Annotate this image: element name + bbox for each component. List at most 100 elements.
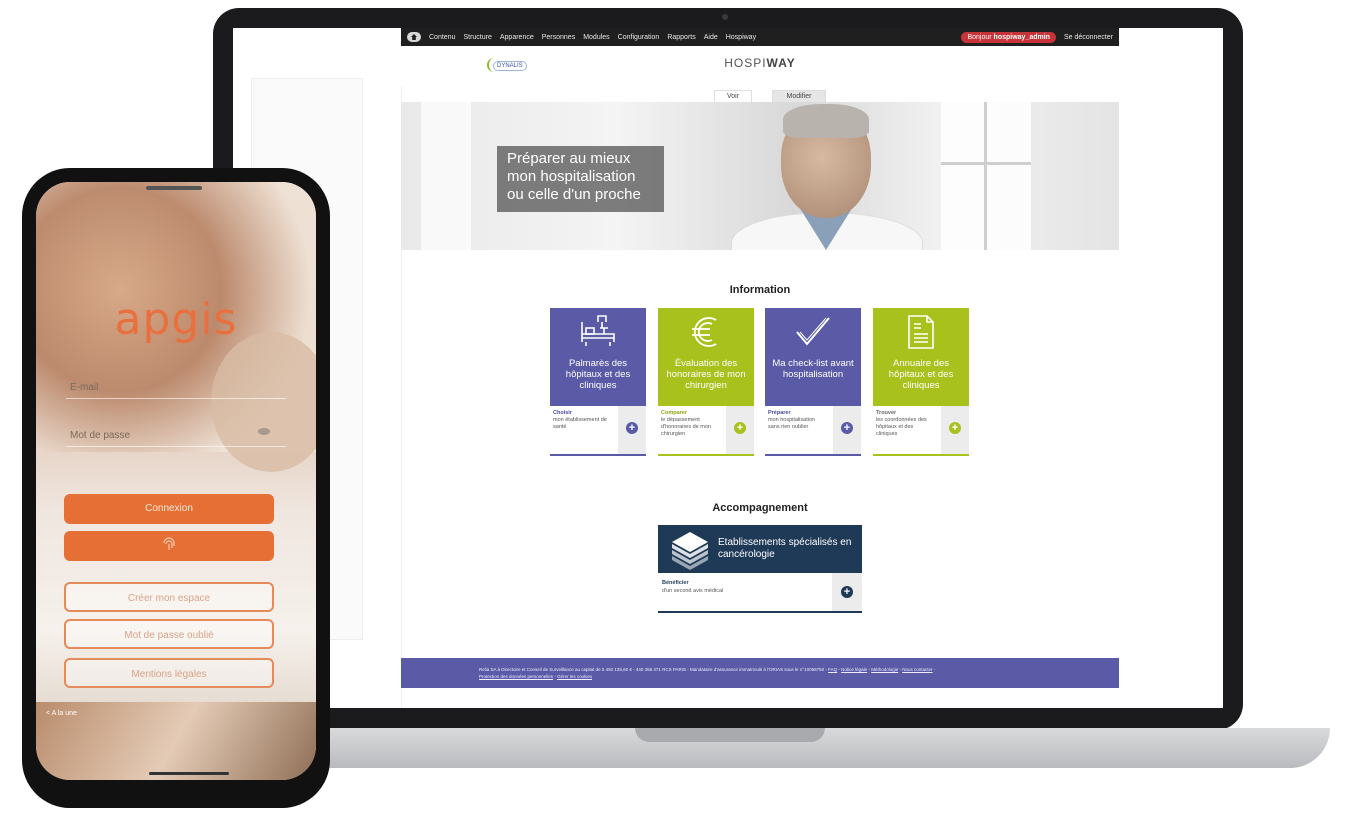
card-header[interactable]: Etablissements spécialisés en cancérolog… <box>658 525 862 573</box>
checkmark-icon <box>796 317 830 346</box>
fingerprint-icon <box>163 537 175 551</box>
password-underline <box>66 446 286 447</box>
card-header[interactable]: Évaluation des honoraires de mon chirurg… <box>658 308 754 406</box>
section-title-information: Information <box>729 284 791 296</box>
logout-link[interactable]: Se déconnecter <box>1064 34 1113 41</box>
apgis-logo: apgis <box>114 294 238 345</box>
fingerprint-button[interactable] <box>64 531 274 561</box>
card-footer[interactable]: Comparer le dépassement d'honoraires de … <box>658 406 754 456</box>
forgot-password-button[interactable]: Mot de passe oublié <box>64 619 274 649</box>
news-photo[interactable] <box>36 702 316 780</box>
plus-icon[interactable]: + <box>841 586 853 598</box>
card-footer[interactable]: Bénéficier d'un second avis médical + <box>658 573 862 613</box>
toolbar-item-personnes[interactable]: Personnes <box>542 34 575 41</box>
news-label[interactable]: < A la une <box>46 710 77 717</box>
toolbar-item-structure[interactable]: Structure <box>463 34 491 41</box>
footer-link-contact[interactable]: Nous contacter <box>902 667 932 672</box>
admin-toolbar: Contenu Structure Apparence Personnes Mo… <box>401 28 1119 46</box>
site-footer: Relia SA à Directoire et Conseil de Surv… <box>401 658 1119 688</box>
hero-window-frame <box>984 102 987 250</box>
create-account-button[interactable]: Créer mon espace <box>64 582 274 612</box>
toolbar-item-apparence[interactable]: Apparence <box>500 34 534 41</box>
card-title: Palmarès des hôpitaux et des cliniques <box>565 358 631 391</box>
card-title: Annuaire des hôpitaux et des cliniques <box>888 358 954 391</box>
card-footer[interactable]: Trouver les coordonnées des hôpitaux et … <box>873 406 969 456</box>
card-title: Etablissements spécialisés en cancérolog… <box>718 537 852 560</box>
card-header[interactable]: Annuaire des hôpitaux et des cliniques <box>873 308 969 406</box>
site-header: DYNALIS HOSPIWAY <box>401 46 1119 86</box>
card-desc-text: mon établissement de santé <box>553 417 607 430</box>
toolbar-item-hospiway[interactable]: Hospiway <box>726 34 756 41</box>
laptop-notch <box>635 728 825 742</box>
user-name: hospiway_admin <box>993 33 1050 41</box>
card-header[interactable]: Ma check-list avant hospitalisation <box>765 308 861 406</box>
hero-window <box>421 102 471 250</box>
card-button-area[interactable]: + <box>833 406 861 454</box>
card-action: Comparer <box>661 410 687 416</box>
card-desc-text: les coordonnées des hôpitaux et des clin… <box>876 417 927 437</box>
info-card-checklist[interactable]: Ma check-list avant hospitalisation Prép… <box>765 308 861 456</box>
camera-icon <box>722 14 728 20</box>
info-card-fees[interactable]: Évaluation des honoraires de mon chirurg… <box>658 308 754 456</box>
card-footer[interactable]: Choisir mon établissement de santé + <box>550 406 646 456</box>
card-button-area[interactable]: + <box>832 573 862 611</box>
card-desc: Choisir mon établissement de santé <box>553 410 613 431</box>
toolbar-item-configuration[interactable]: Configuration <box>618 34 660 41</box>
card-button-area[interactable]: + <box>618 406 646 454</box>
email-field[interactable]: E-mail <box>70 382 98 393</box>
footer-legal: Relia SA à Directoire et Conseil de Surv… <box>479 667 827 672</box>
card-action: Bénéficier <box>662 580 689 586</box>
connect-button[interactable]: Connexion <box>64 494 274 524</box>
plus-icon[interactable]: + <box>949 422 961 434</box>
user-greeting: Bonjour <box>967 33 992 41</box>
legal-mentions-button[interactable]: Mentions légales <box>64 658 274 688</box>
toolbar-item-modules[interactable]: Modules <box>583 34 609 41</box>
phone-speaker <box>146 186 202 190</box>
toolbar-item-rapports[interactable]: Rapports <box>667 34 695 41</box>
plus-icon[interactable]: + <box>734 422 746 434</box>
password-field[interactable]: Mot de passe <box>70 430 130 441</box>
phone-screen: apgis E-mail Mot de passe Connexion Crée… <box>36 182 316 780</box>
toolbar-item-aide[interactable]: Aide <box>704 34 718 41</box>
card-desc-text: d'un second avis médical <box>662 588 724 594</box>
plus-icon[interactable]: + <box>841 422 853 434</box>
euro-icon <box>692 317 717 347</box>
doctor-hair <box>783 104 869 138</box>
footer-link-cookies[interactable]: Gérer les cookies <box>557 674 592 679</box>
card-footer[interactable]: Préparer mon hospitalisation sans rien o… <box>765 406 861 456</box>
card-button-area[interactable]: + <box>726 406 754 454</box>
card-desc: Trouver les coordonnées des hôpitaux et … <box>876 410 936 438</box>
site-title-part1: HOSPI <box>724 56 767 70</box>
card-desc: Comparer le dépassement d'honoraires de … <box>661 410 721 438</box>
user-badge[interactable]: Bonjour hospiway_admin <box>961 31 1056 43</box>
building-icon <box>672 532 708 570</box>
hero-caption-line: Préparer au mieux <box>507 150 631 167</box>
card-title: Évaluation des honoraires de mon chirurg… <box>666 358 746 391</box>
site-title-part2: WAY <box>766 56 796 70</box>
footer-link-methodology[interactable]: Méthodologie <box>871 667 898 672</box>
home-indicator[interactable] <box>149 772 229 775</box>
toolbar-item-contenu[interactable]: Contenu <box>429 34 455 41</box>
accompagnement-card[interactable]: Etablissements spécialisés en cancérolog… <box>658 525 862 615</box>
card-action: Préparer <box>768 410 791 416</box>
laptop-screen: Contenu Structure Apparence Personnes Mo… <box>233 28 1223 708</box>
footer-link-faq[interactable]: FAQ <box>828 667 837 672</box>
card-action: Choisir <box>553 410 572 416</box>
page-tabs: Voir Modifier <box>401 88 1119 103</box>
plus-icon[interactable]: + <box>626 422 638 434</box>
email-underline <box>66 398 286 399</box>
card-header[interactable]: Palmarès des hôpitaux et des cliniques <box>550 308 646 406</box>
card-desc: Préparer mon hospitalisation sans rien o… <box>768 410 828 431</box>
info-card-directory[interactable]: Annuaire des hôpitaux et des cliniques T… <box>873 308 969 456</box>
card-button-area[interactable]: + <box>941 406 969 454</box>
hero-caption-line: ou celle d'un proche <box>507 186 641 203</box>
hero-caption-line: mon hospitalisation <box>507 168 636 185</box>
card-action: Trouver <box>876 410 897 416</box>
card-desc-text: mon hospitalisation sans rien oublier <box>768 417 816 430</box>
eye-icon[interactable] <box>258 428 270 435</box>
hero-banner: Préparer au mieux mon hospitalisation ou… <box>401 102 1119 250</box>
footer-link-notice[interactable]: Notice légale <box>841 667 867 672</box>
home-icon[interactable] <box>407 32 421 42</box>
footer-link-privacy[interactable]: Protection des données personnelles <box>479 674 553 679</box>
info-card-rankings[interactable]: Palmarès des hôpitaux et des cliniques C… <box>550 308 646 456</box>
